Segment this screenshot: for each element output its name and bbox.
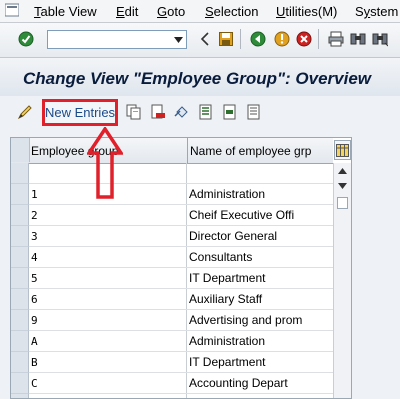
new-entries-button[interactable]: New Entries bbox=[42, 99, 118, 126]
toolbar-divider bbox=[318, 29, 319, 49]
table-settings-button[interactable] bbox=[334, 140, 351, 160]
find-next-icon[interactable] bbox=[372, 31, 388, 47]
cell-employee-group[interactable]: A bbox=[29, 331, 187, 351]
copy-as-icon[interactable] bbox=[126, 104, 142, 120]
table-settings-icon bbox=[336, 143, 349, 157]
delete-icon[interactable] bbox=[150, 104, 166, 120]
cell-employee-group-name[interactable]: HR bbox=[188, 394, 333, 398]
row-selector[interactable] bbox=[11, 184, 29, 205]
row-selector[interactable] bbox=[11, 205, 29, 226]
cell-employee-group-name[interactable]: Accounting Depart bbox=[188, 373, 333, 393]
back-green-icon[interactable] bbox=[250, 31, 266, 47]
column-divider bbox=[187, 138, 188, 163]
page-title: Change View "Employee Group": Overview bbox=[23, 69, 372, 88]
cell-employee-group[interactable]: C bbox=[29, 373, 187, 393]
scroll-down-icon[interactable] bbox=[338, 183, 347, 189]
menu-edit[interactable]: Edit bbox=[116, 4, 138, 19]
undo-change-icon[interactable] bbox=[174, 104, 190, 120]
table-row[interactable]: A Administration bbox=[29, 331, 333, 352]
table-row[interactable]: 5 IT Department bbox=[29, 268, 333, 289]
cell-employee-group[interactable]: 2 bbox=[29, 205, 187, 225]
menu-table-view[interactable]: Table View bbox=[34, 4, 97, 19]
cancel-icon[interactable] bbox=[296, 31, 312, 47]
table-row[interactable]: 1 Administration bbox=[29, 184, 333, 205]
cell-employee-group-name[interactable]: Administration bbox=[188, 184, 333, 204]
row-selector[interactable] bbox=[11, 373, 29, 394]
back-arrow-icon[interactable] bbox=[197, 31, 213, 47]
cell-employee-group[interactable]: D bbox=[29, 394, 187, 398]
cell-employee-group-name[interactable] bbox=[188, 163, 333, 183]
menu-system[interactable]: System bbox=[355, 4, 398, 19]
table-header: Employee group Name of employee grp bbox=[11, 138, 333, 164]
menu-utilities[interactable]: Utilities(M) bbox=[276, 4, 337, 19]
cell-employee-group[interactable]: B bbox=[29, 352, 187, 372]
cell-employee-group-name[interactable]: Consultants bbox=[188, 247, 333, 267]
command-field[interactable] bbox=[47, 30, 187, 49]
employee-group-table: Employee group Name of employee grp 1 Adm… bbox=[10, 137, 352, 399]
cell-employee-group-name[interactable]: IT Department bbox=[188, 268, 333, 288]
row-selector[interactable] bbox=[11, 331, 29, 352]
table-row[interactable]: C Accounting Depart bbox=[29, 373, 333, 394]
row-selector[interactable] bbox=[11, 268, 29, 289]
cell-employee-group-name[interactable]: Auxiliary Staff bbox=[188, 289, 333, 309]
select-all-icon[interactable] bbox=[198, 104, 214, 120]
cell-employee-group[interactable]: 5 bbox=[29, 268, 187, 288]
find-icon[interactable] bbox=[350, 31, 366, 47]
row-selector[interactable] bbox=[11, 352, 29, 373]
row-selector[interactable] bbox=[11, 394, 29, 398]
vertical-scrollbar[interactable] bbox=[333, 163, 351, 398]
toolbar-divider bbox=[240, 29, 241, 49]
save-icon[interactable] bbox=[218, 31, 234, 47]
standard-toolbar bbox=[0, 23, 400, 58]
cell-employee-group-name[interactable]: Director General bbox=[188, 226, 333, 246]
print-icon[interactable] bbox=[328, 31, 344, 47]
row-selector[interactable] bbox=[11, 289, 29, 310]
select-all-rows-cell[interactable] bbox=[11, 138, 30, 162]
table-row[interactable]: 4 Consultants bbox=[29, 247, 333, 268]
cell-employee-group[interactable]: 9 bbox=[29, 310, 187, 330]
row-selector[interactable] bbox=[11, 226, 29, 247]
deselect-all-icon[interactable] bbox=[246, 104, 262, 120]
column-header-name[interactable]: Name of employee grp bbox=[190, 144, 311, 158]
sap-menu-icon[interactable] bbox=[5, 3, 19, 17]
menu-selection[interactable]: Selection bbox=[205, 4, 258, 19]
menu-bar: Table View Edit Goto Selection Utilities… bbox=[0, 0, 400, 23]
menu-goto[interactable]: Goto bbox=[157, 4, 185, 19]
row-selector[interactable] bbox=[11, 163, 29, 184]
exit-icon[interactable] bbox=[274, 31, 290, 47]
cell-employee-group[interactable]: 3 bbox=[29, 226, 187, 246]
chevron-down-icon[interactable] bbox=[171, 32, 185, 47]
table-row[interactable]: 3 Director General bbox=[29, 226, 333, 247]
edit-pencil-icon[interactable] bbox=[17, 104, 33, 120]
row-selector[interactable] bbox=[11, 310, 29, 331]
title-bar: Change View "Employee Group": Overview bbox=[0, 58, 400, 96]
cell-employee-group[interactable]: 6 bbox=[29, 289, 187, 309]
table-row[interactable]: 6 Auxiliary Staff bbox=[29, 289, 333, 310]
table-row[interactable]: 9 Advertising and prom bbox=[29, 310, 333, 331]
cell-employee-group-name[interactable]: Cheif Executive Offi bbox=[188, 205, 333, 225]
cell-employee-group-name[interactable]: Administration bbox=[188, 331, 333, 351]
cell-employee-group-name[interactable]: Advertising and prom bbox=[188, 310, 333, 330]
annotation-arrow-icon bbox=[87, 127, 123, 199]
table-row[interactable]: DHR bbox=[29, 394, 333, 398]
table-row[interactable]: B IT Department bbox=[29, 352, 333, 373]
scroll-up-icon[interactable] bbox=[338, 168, 347, 174]
enter-check-icon[interactable] bbox=[18, 31, 34, 47]
scroll-thumb[interactable] bbox=[337, 197, 348, 209]
cell-employee-group[interactable]: 4 bbox=[29, 247, 187, 267]
table-row[interactable] bbox=[29, 163, 333, 184]
table-row[interactable]: 2 Cheif Executive Offi bbox=[29, 205, 333, 226]
select-block-icon[interactable] bbox=[222, 104, 238, 120]
row-selector[interactable] bbox=[11, 247, 29, 268]
cell-employee-group-name[interactable]: IT Department bbox=[188, 352, 333, 372]
